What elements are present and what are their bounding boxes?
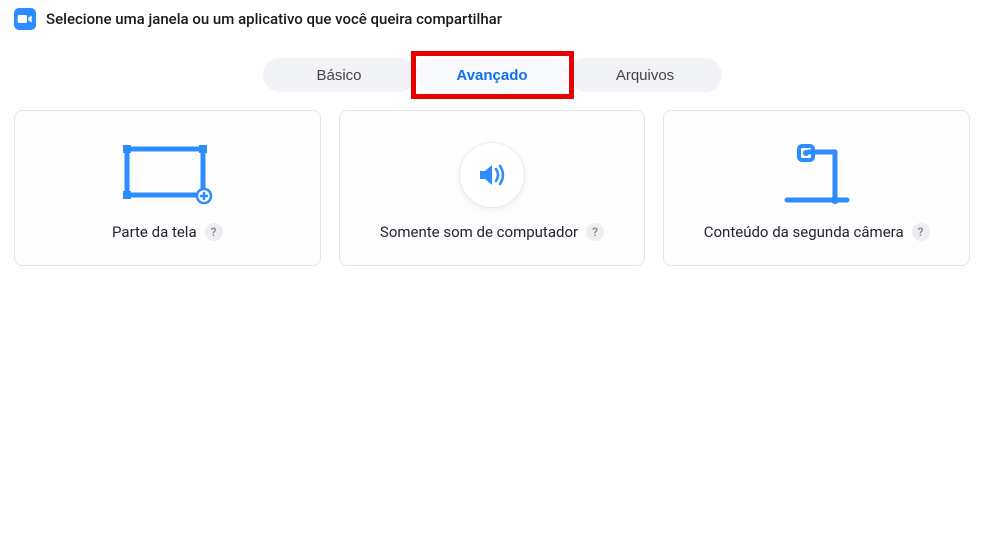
- camera-label-row: Conteúdo da segunda câmera ?: [704, 223, 930, 241]
- portion-label-row: Parte da tela ?: [112, 223, 223, 241]
- camera-label: Conteúdo da segunda câmera: [704, 223, 904, 241]
- dialog-title: Selecione uma janela ou um aplicativo qu…: [46, 10, 502, 28]
- camera-icon-area: [769, 135, 865, 215]
- speaker-circle: [459, 142, 525, 208]
- speaker-icon: [475, 158, 509, 192]
- zoom-app-icon: [14, 8, 36, 30]
- option-computer-audio[interactable]: Somente som de computador ?: [339, 110, 646, 266]
- tab-advanced-highlight: Avançado: [416, 58, 569, 92]
- screen-portion-icon: [121, 143, 213, 207]
- audio-label: Somente som de computador: [380, 223, 578, 241]
- tab-basic[interactable]: Básico: [263, 58, 416, 92]
- portion-label: Parte da tela: [112, 223, 197, 241]
- tab-files[interactable]: Arquivos: [569, 58, 722, 92]
- help-icon[interactable]: ?: [586, 223, 604, 241]
- dialog-header: Selecione uma janela ou um aplicativo qu…: [0, 0, 984, 30]
- help-icon[interactable]: ?: [205, 223, 223, 241]
- document-camera-icon: [769, 138, 865, 212]
- portion-icon-area: [121, 135, 213, 215]
- share-tabs: Básico Avançado Arquivos: [0, 58, 984, 92]
- share-options: Parte da tela ? Somente som de computado…: [0, 92, 984, 266]
- audio-icon-area: [459, 135, 525, 215]
- tab-advanced[interactable]: Avançado: [416, 58, 569, 92]
- help-icon[interactable]: ?: [912, 223, 930, 241]
- option-second-camera[interactable]: Conteúdo da segunda câmera ?: [663, 110, 970, 266]
- audio-label-row: Somente som de computador ?: [380, 223, 604, 241]
- option-portion-of-screen[interactable]: Parte da tela ?: [14, 110, 321, 266]
- camera-icon: [17, 13, 33, 25]
